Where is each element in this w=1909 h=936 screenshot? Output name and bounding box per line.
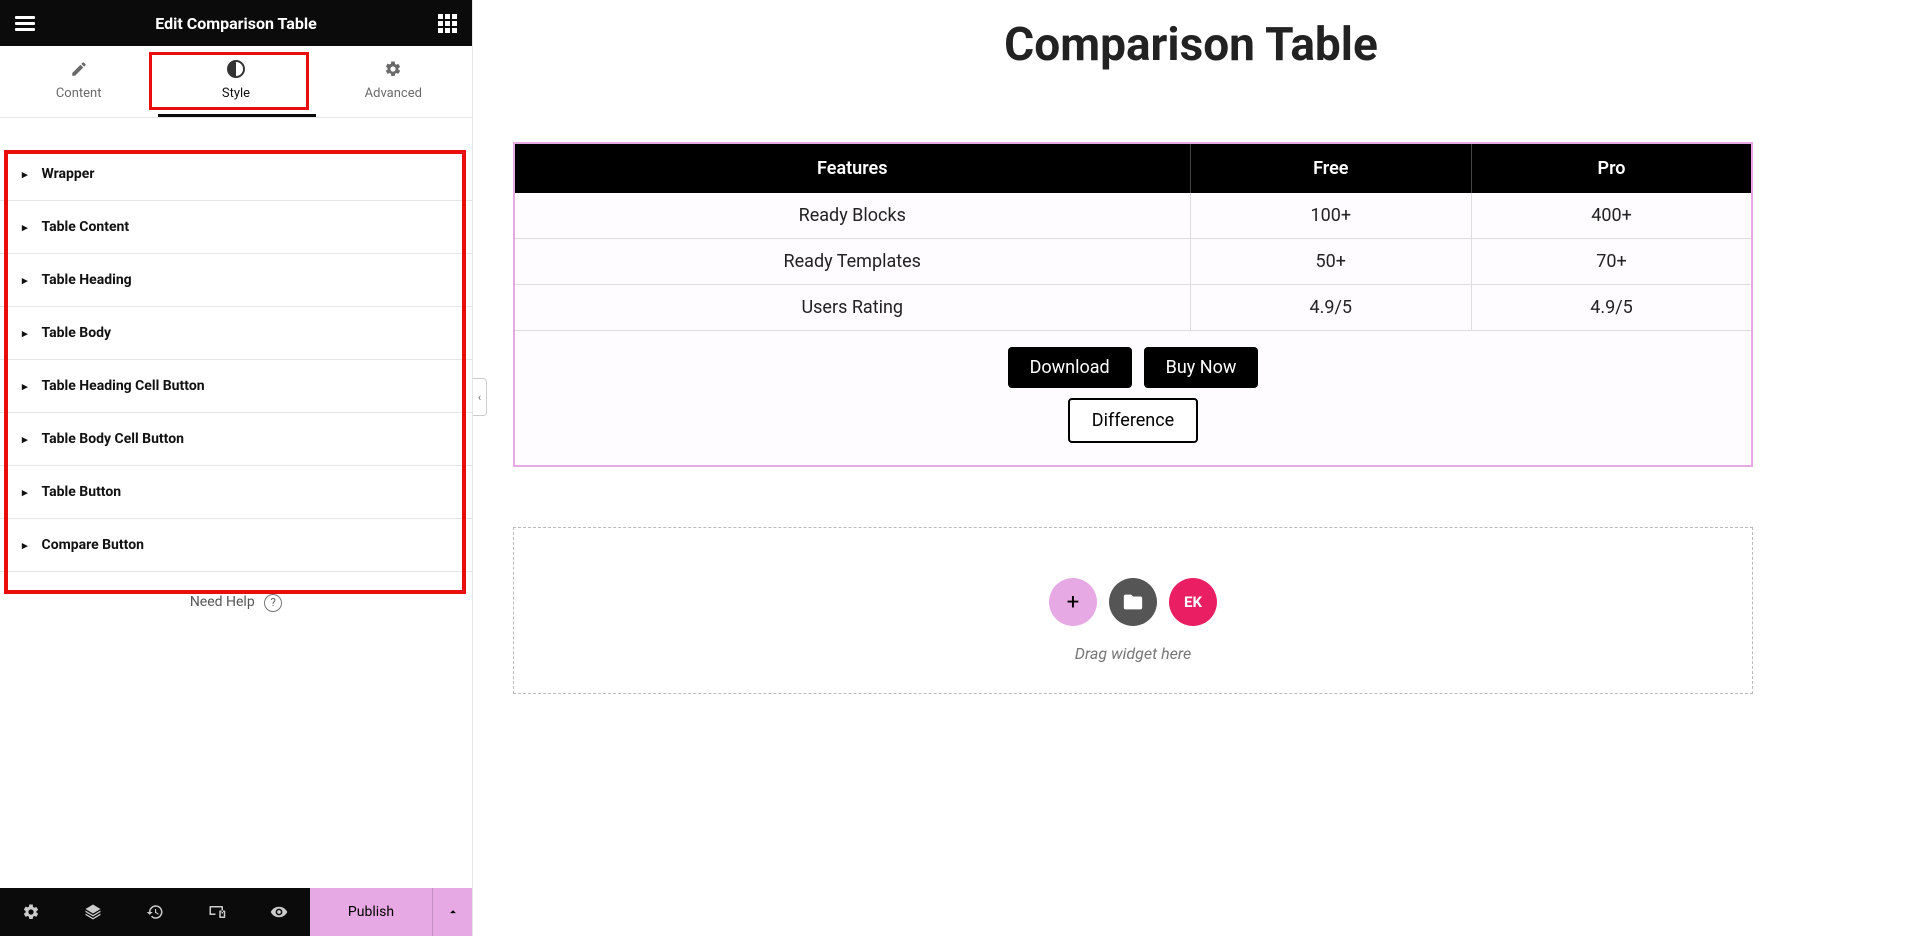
table-cell: 4.9/5 — [1190, 285, 1472, 331]
difference-button[interactable]: Difference — [1068, 398, 1198, 443]
contrast-icon — [227, 60, 245, 78]
table-cell: Ready Templates — [515, 239, 1190, 285]
gear-icon — [22, 903, 40, 921]
section-label: Table Body Cell Button — [42, 431, 184, 447]
caret-right-icon: ▸ — [22, 168, 28, 181]
download-button[interactable]: Download — [1008, 347, 1132, 388]
page-title: Comparison Table — [513, 18, 1869, 72]
chevron-up-icon — [446, 905, 460, 919]
table-header-cell: Pro — [1472, 144, 1751, 193]
section-label: Wrapper — [42, 166, 95, 182]
section-label: Table Heading Cell Button — [42, 378, 205, 394]
caret-right-icon: ▸ — [22, 327, 28, 340]
table-cell: 400+ — [1472, 193, 1751, 239]
table-header-cell: Free — [1190, 144, 1472, 193]
add-section-button[interactable]: + — [1049, 578, 1097, 626]
section-item[interactable]: ▸ Table Body — [0, 307, 472, 360]
table-cell: Ready Blocks — [515, 193, 1190, 239]
table-row: Ready Templates50+70+ — [515, 239, 1751, 285]
plus-icon: + — [1067, 590, 1079, 615]
navigator-button[interactable] — [62, 888, 124, 936]
section-label: Table Heading — [42, 272, 132, 288]
drop-zone[interactable]: + EK Drag widget here — [513, 527, 1753, 694]
panel-body: ▸ Wrapper ▸ Table Content ▸ Table Heading ▸ Tab… — [0, 118, 472, 888]
comparison-table: FeaturesFreePro Ready Blocks100+400+Read… — [515, 144, 1751, 331]
tab-advanced[interactable]: Advanced — [315, 46, 472, 117]
question-icon: ? — [264, 594, 282, 612]
panel-title: Edit Comparison Table — [42, 14, 430, 33]
responsive-icon — [207, 903, 227, 921]
preview-area: ‹ Comparison Table FeaturesFreePro Ready… — [473, 0, 1909, 936]
section-label: Table Body — [42, 325, 112, 341]
menu-button[interactable] — [8, 6, 42, 40]
sidebar-panel: Edit Comparison Table Content Style Adva — [0, 0, 473, 936]
section-label: Table Content — [42, 219, 130, 235]
publish-label: Publish — [348, 904, 394, 920]
section-label: Compare Button — [42, 537, 144, 553]
history-button[interactable] — [124, 888, 186, 936]
compare-button-row: Difference — [515, 398, 1751, 465]
hamburger-icon — [15, 13, 35, 34]
tab-content[interactable]: Content — [0, 46, 157, 117]
collapse-sidebar-button[interactable]: ‹ — [473, 378, 487, 416]
table-buttons-row: Download Buy Now — [515, 331, 1751, 398]
section-label: Table Button — [42, 484, 122, 500]
table-cell: 100+ — [1190, 193, 1472, 239]
caret-right-icon: ▸ — [22, 433, 28, 446]
widgets-grid-button[interactable] — [430, 6, 464, 40]
caret-right-icon: ▸ — [22, 380, 28, 393]
section-item[interactable]: ▸ Table Body Cell Button — [0, 413, 472, 466]
table-row: Ready Blocks100+400+ — [515, 193, 1751, 239]
need-help-link[interactable]: Need Help ? — [0, 572, 472, 634]
section-item[interactable]: ▸ Table Button — [0, 466, 472, 519]
drop-hint: Drag widget here — [514, 644, 1752, 663]
caret-right-icon: ▸ — [22, 539, 28, 552]
table-row: Users Rating4.9/54.9/5 — [515, 285, 1751, 331]
section-item[interactable]: ▸ Table Content — [0, 201, 472, 254]
editor-tabs: Content Style Advanced — [0, 46, 472, 118]
gear-icon — [384, 60, 402, 78]
section-item[interactable]: ▸ Table Heading Cell Button — [0, 360, 472, 413]
table-cell: 70+ — [1472, 239, 1751, 285]
preview-button[interactable] — [248, 888, 310, 936]
sidebar-header: Edit Comparison Table — [0, 0, 472, 46]
section-item[interactable]: ▸ Compare Button — [0, 519, 472, 572]
comparison-table-widget[interactable]: FeaturesFreePro Ready Blocks100+400+Read… — [513, 142, 1753, 467]
table-cell: 4.9/5 — [1472, 285, 1751, 331]
tab-content-label: Content — [56, 86, 102, 101]
caret-right-icon: ▸ — [22, 274, 28, 287]
caret-right-icon: ▸ — [22, 486, 28, 499]
history-icon — [146, 903, 164, 921]
tab-style-label: Style — [222, 86, 250, 101]
sidebar-footer: Publish — [0, 888, 472, 936]
publish-button[interactable]: Publish — [310, 888, 432, 936]
publish-options-button[interactable] — [432, 888, 472, 936]
buy-now-button[interactable]: Buy Now — [1144, 347, 1259, 388]
grid-icon — [438, 14, 457, 33]
section-item[interactable]: ▸ Table Heading — [0, 254, 472, 307]
need-help-label: Need Help — [190, 594, 255, 610]
table-cell: 50+ — [1190, 239, 1472, 285]
elementskit-button[interactable]: EK — [1169, 578, 1217, 626]
layers-icon — [84, 903, 102, 921]
pencil-icon — [70, 60, 88, 78]
table-header-cell: Features — [515, 144, 1190, 193]
folder-icon — [1122, 591, 1144, 613]
template-library-button[interactable] — [1109, 578, 1157, 626]
responsive-button[interactable] — [186, 888, 248, 936]
tab-advanced-label: Advanced — [365, 86, 422, 101]
section-item[interactable]: ▸ Wrapper — [0, 148, 472, 201]
caret-right-icon: ▸ — [22, 221, 28, 234]
tab-style[interactable]: Style — [157, 46, 314, 117]
eye-icon — [269, 903, 289, 921]
settings-button[interactable] — [0, 888, 62, 936]
brand-icon: EK — [1184, 593, 1202, 611]
drop-zone-icons: + EK — [514, 578, 1752, 626]
table-cell: Users Rating — [515, 285, 1190, 331]
tab-active-underline — [158, 114, 316, 117]
